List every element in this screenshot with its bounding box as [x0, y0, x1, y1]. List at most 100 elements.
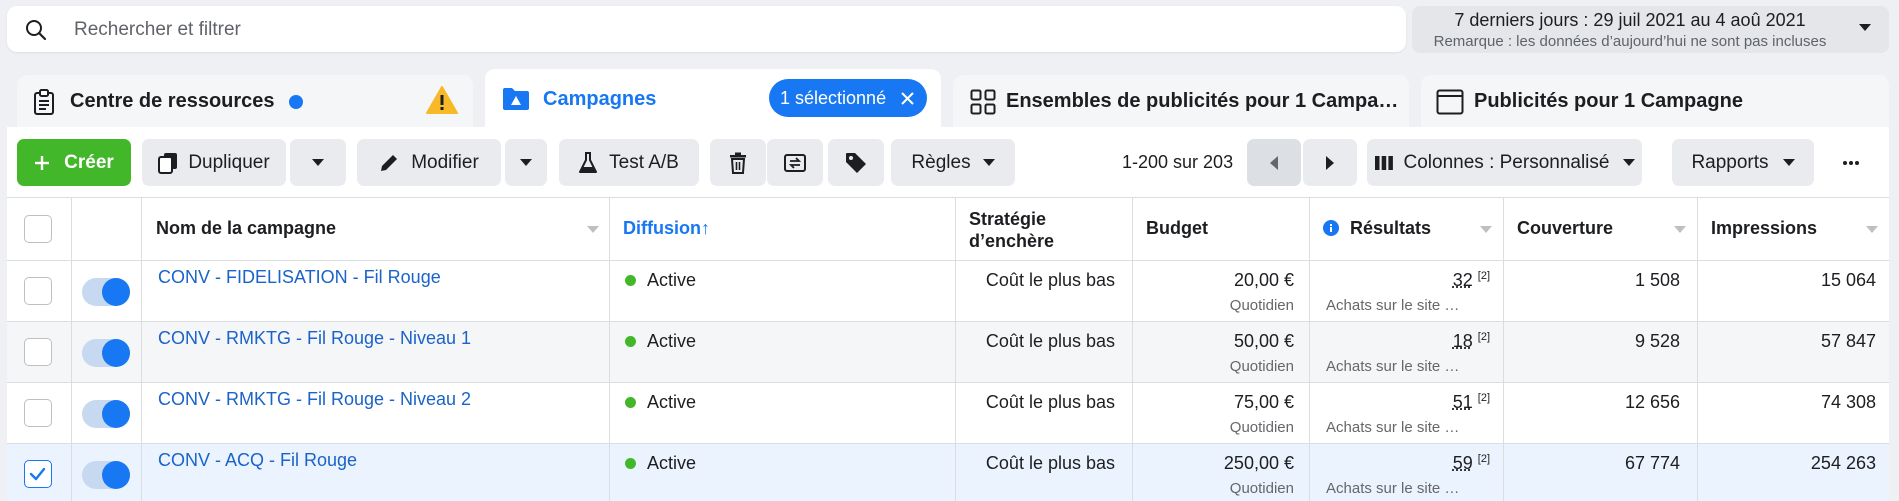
edit-button[interactable]: Modifier [357, 139, 501, 186]
tab-ads[interactable]: Publicités pour 1 Campagne [1421, 75, 1889, 127]
budget-type: Quotidien [1229, 358, 1294, 375]
delete-button[interactable] [710, 139, 766, 186]
results-count[interactable]: 59 [1453, 453, 1473, 473]
flask-icon [579, 151, 598, 173]
results-footnote[interactable]: [2] [1478, 392, 1490, 404]
bid-strategy: Coût le plus bas [985, 270, 1115, 290]
column-header-budget[interactable]: Budget [1146, 218, 1208, 239]
next-page-button[interactable] [1303, 139, 1357, 186]
col-divider [955, 261, 956, 501]
column-header-name[interactable]: Nom de la campagne [156, 218, 336, 239]
results-footnote[interactable]: [2] [1478, 270, 1490, 282]
campaign-name-link[interactable]: CONV - RMKTG - Fil Rouge - Niveau 2 [158, 389, 471, 410]
row-divider [7, 321, 1889, 322]
tag-button[interactable] [828, 139, 884, 186]
row-checkbox[interactable] [24, 338, 52, 366]
checkmark-icon [29, 467, 46, 481]
results-value[interactable]: 18 [2] [1320, 331, 1490, 352]
col-divider [71, 261, 72, 501]
column-header-reach[interactable]: Couverture [1517, 218, 1613, 239]
campaign-toggle[interactable] [82, 461, 130, 489]
search-bar[interactable]: Rechercher et filtrer [7, 6, 1406, 52]
columns-label: Colonnes : Personnalisé [1403, 151, 1610, 173]
results-label: Achats sur le site … [1326, 297, 1460, 314]
bid-strategy: Coût le plus bas [985, 453, 1115, 473]
row-checkbox[interactable] [24, 399, 52, 427]
budget-value: 50,00 € [1233, 331, 1294, 351]
tag-icon [846, 152, 866, 173]
trash-icon [730, 152, 746, 174]
row-checkbox-checked[interactable] [24, 460, 52, 488]
columns-button[interactable]: Colonnes : Personnalisé [1367, 139, 1642, 186]
duplicate-button[interactable]: Dupliquer [142, 139, 286, 186]
ab-test-label: Test A/B [609, 151, 679, 173]
folder-icon [503, 88, 529, 110]
search-input[interactable]: Rechercher et filtrer [74, 19, 241, 41]
campaign-toggle[interactable] [82, 278, 130, 306]
tab-label: Ensembles de publicités pour 1 Campa… [1006, 89, 1399, 112]
close-icon[interactable] [901, 92, 914, 105]
results-value[interactable]: 32 [2] [1320, 270, 1490, 291]
tab-campaigns[interactable]: Campagnes 1 sélectionné [485, 69, 941, 129]
notification-dot [289, 95, 303, 109]
tab-ad-sets[interactable]: Ensembles de publicités pour 1 Campa… [953, 75, 1409, 127]
compare-button[interactable] [767, 139, 823, 186]
results-count[interactable]: 51 [1453, 392, 1473, 412]
status-dot [625, 458, 636, 469]
results-value[interactable]: 59 [2] [1320, 453, 1490, 474]
budget-value: 20,00 € [1233, 270, 1294, 290]
reach-value: 9 528 [1634, 331, 1680, 351]
duplicate-menu-button[interactable] [290, 139, 346, 186]
campaign-toggle[interactable] [82, 400, 130, 428]
status-dot [625, 397, 636, 408]
rules-button[interactable]: Règles [891, 139, 1015, 186]
column-header-delivery[interactable]: Diffusion↑ [623, 218, 710, 239]
select-all-checkbox[interactable] [24, 215, 52, 243]
info-icon[interactable] [1323, 220, 1339, 236]
chevron-down-icon [1674, 226, 1686, 233]
column-header-bid-strategy[interactable]: Stratégie d’enchère [969, 208, 1054, 252]
create-button[interactable]: Créer [17, 139, 131, 186]
results-value[interactable]: 51 [2] [1320, 392, 1490, 413]
results-footnote[interactable]: [2] [1478, 453, 1490, 465]
column-header-results[interactable]: Résultats [1350, 218, 1431, 239]
campaign-name-link[interactable]: CONV - RMKTG - Fil Rouge - Niveau 1 [158, 328, 471, 349]
col-divider [1503, 261, 1504, 501]
status-dot [625, 275, 636, 286]
column-header-impressions[interactable]: Impressions [1711, 218, 1817, 239]
col-divider [1309, 261, 1310, 501]
results-footnote[interactable]: [2] [1478, 331, 1490, 343]
col-divider [141, 261, 142, 501]
campaign-name-link[interactable]: CONV - FIDELISATION - Fil Rouge [158, 267, 441, 288]
bid-strategy-label-line1: Stratégie [969, 209, 1047, 229]
ab-test-button[interactable]: Test A/B [559, 139, 699, 186]
impressions-value: 15 064 [1820, 270, 1876, 290]
chevron-down-icon [1866, 226, 1878, 233]
campaign-toggle[interactable] [82, 339, 130, 367]
bid-strategy: Coût le plus bas [985, 331, 1115, 351]
date-range-selector[interactable]: 7 derniers jours : 29 juil 2021 au 4 aoû… [1412, 6, 1889, 53]
budget-value: 250,00 € [1223, 453, 1294, 473]
tab-resource-center[interactable]: Centre de ressources [17, 75, 473, 127]
impressions-value: 74 308 [1820, 392, 1876, 412]
more-options-button[interactable] [1838, 150, 1864, 176]
row-checkbox[interactable] [24, 277, 52, 305]
campaign-name-link[interactable]: CONV - ACQ - Fil Rouge [158, 450, 357, 471]
selection-badge[interactable]: 1 sélectionné [769, 79, 927, 117]
pagination-label: 1-200 sur 203 [1122, 152, 1234, 172]
edit-menu-button[interactable] [505, 139, 547, 186]
chevron-down-icon [1480, 226, 1492, 233]
rules-label: Règles [911, 151, 971, 173]
selection-count: 1 sélectionné [780, 87, 887, 108]
duplicate-label: Dupliquer [188, 151, 270, 173]
delivery-status: Active [647, 392, 697, 412]
results-count[interactable]: 32 [1453, 270, 1473, 290]
reports-button[interactable]: Rapports [1672, 139, 1814, 186]
ad-icon [1436, 89, 1464, 115]
prev-page-button[interactable] [1247, 139, 1301, 186]
results-count[interactable]: 18 [1453, 331, 1473, 351]
results-label: Achats sur le site … [1326, 419, 1460, 436]
reach-value: 1 508 [1634, 270, 1680, 290]
budget-type: Quotidien [1229, 480, 1294, 497]
impressions-value: 254 263 [1810, 453, 1876, 473]
